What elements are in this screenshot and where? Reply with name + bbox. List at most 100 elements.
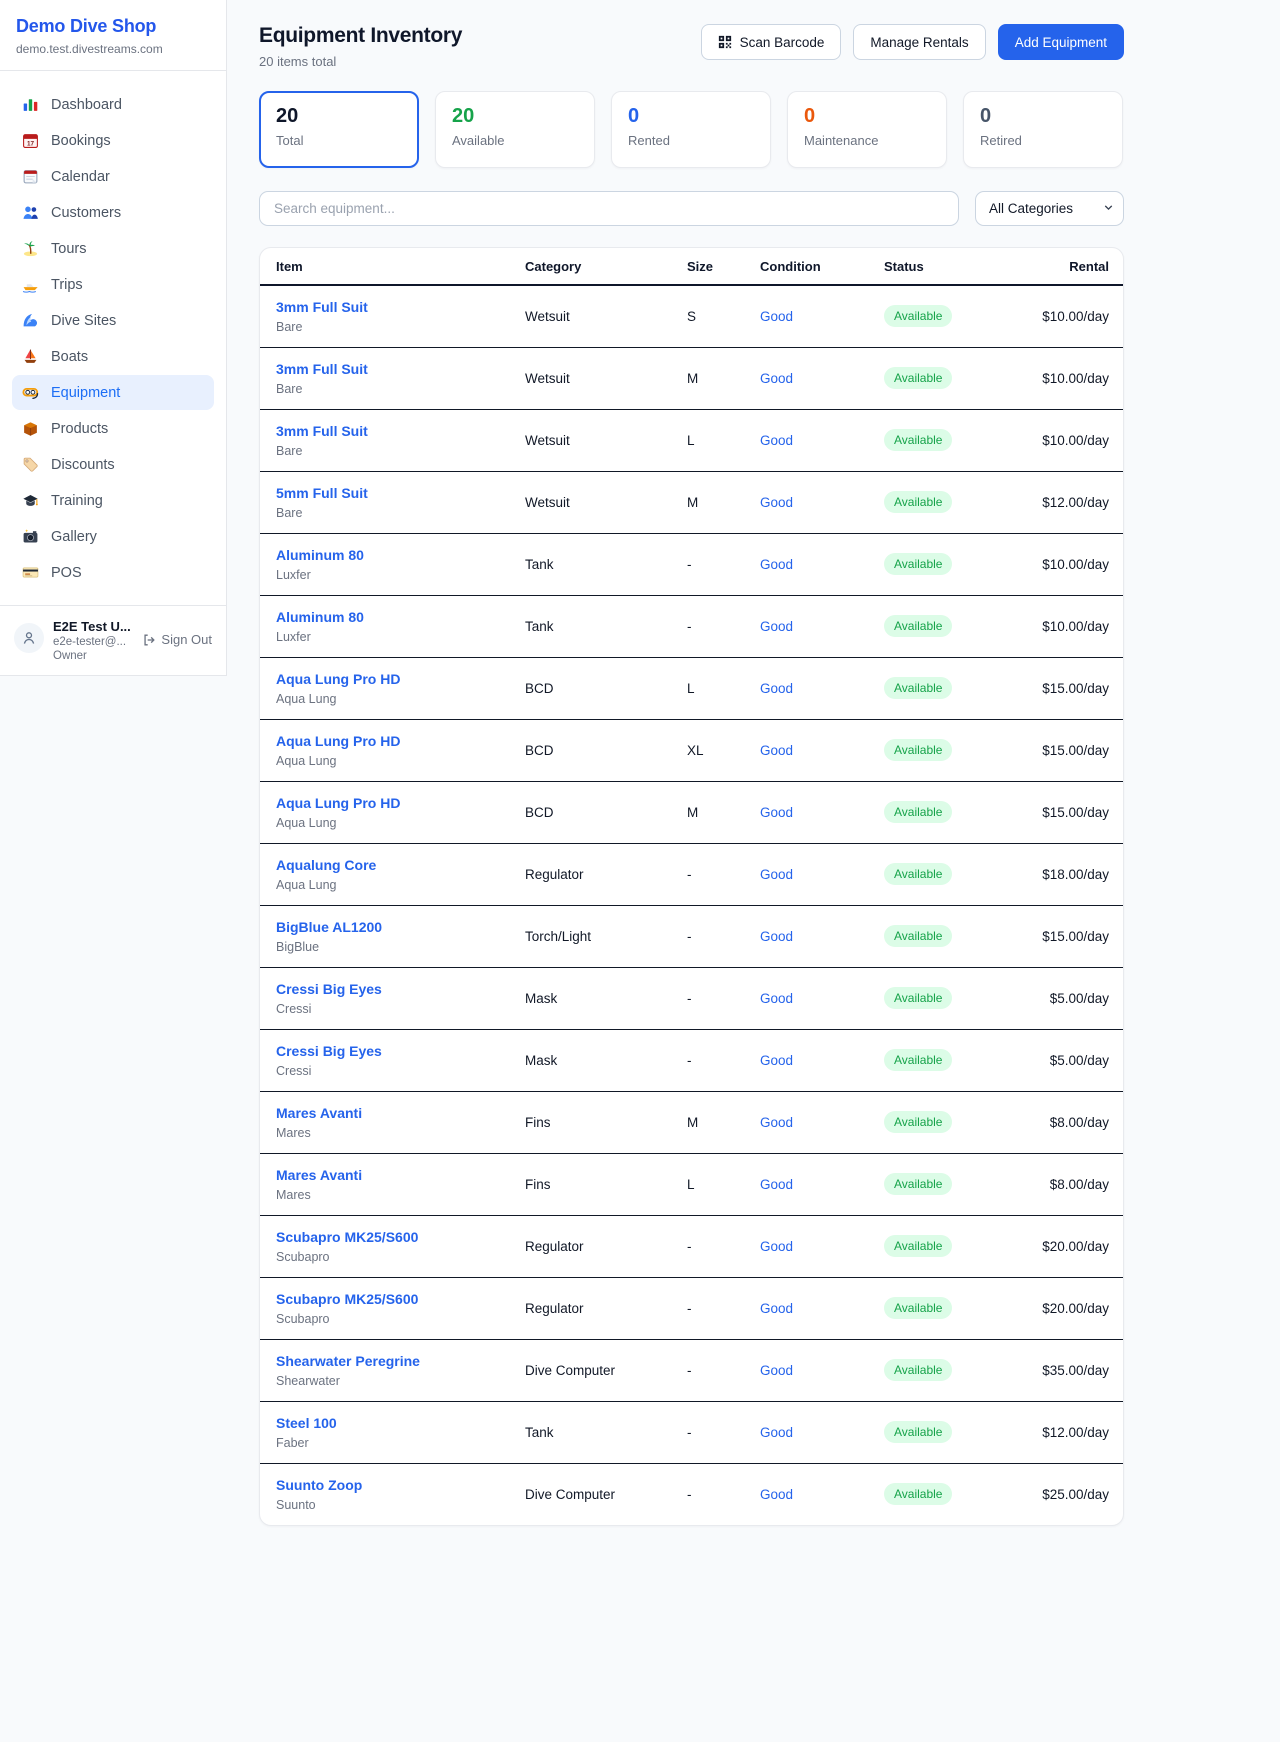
item-name-link[interactable]: Aqua Lung Pro HD: [276, 671, 493, 687]
add-equipment-button[interactable]: Add Equipment: [998, 24, 1124, 60]
item-name-link[interactable]: BigBlue AL1200: [276, 919, 493, 935]
sidebar-item-tours[interactable]: Tours: [12, 231, 214, 266]
stat-card-maintenance[interactable]: 0Maintenance: [787, 91, 947, 168]
scan-barcode-button[interactable]: Scan Barcode: [701, 24, 842, 60]
item-cell: BigBlue AL1200BigBlue: [260, 905, 509, 967]
status-badge: Available: [884, 1235, 952, 1257]
sidebar-item-bookings[interactable]: 17Bookings: [12, 123, 214, 158]
condition-link[interactable]: Good: [760, 1363, 793, 1378]
sidebar-item-trips[interactable]: Trips: [12, 267, 214, 302]
item-name-link[interactable]: Mares Avanti: [276, 1167, 493, 1183]
add-equipment-label: Add Equipment: [1015, 35, 1107, 50]
column-header-condition: Condition: [744, 248, 868, 285]
item-name-link[interactable]: Steel 100: [276, 1415, 493, 1431]
category-cell: Fins: [509, 1091, 671, 1153]
item-name-link[interactable]: Aluminum 80: [276, 609, 493, 625]
condition-link[interactable]: Good: [760, 743, 793, 758]
condition-link[interactable]: Good: [760, 619, 793, 634]
condition-cell: Good: [744, 409, 868, 471]
sidebar-item-customers[interactable]: Customers: [12, 195, 214, 230]
sign-out-button[interactable]: Sign Out: [142, 632, 212, 647]
item-name-link[interactable]: Aluminum 80: [276, 547, 493, 563]
condition-link[interactable]: Good: [760, 1239, 793, 1254]
condition-link[interactable]: Good: [760, 1301, 793, 1316]
item-name-link[interactable]: 3mm Full Suit: [276, 361, 493, 377]
sidebar-item-dive-sites[interactable]: Dive Sites: [12, 303, 214, 338]
category-cell: Tank: [509, 595, 671, 657]
item-name-link[interactable]: Mares Avanti: [276, 1105, 493, 1121]
sidebar-item-calendar[interactable]: Calendar: [12, 159, 214, 194]
status-cell: Available: [868, 1339, 1008, 1401]
stat-label-retired: Retired: [980, 133, 1106, 148]
item-name-link[interactable]: 5mm Full Suit: [276, 485, 493, 501]
item-name-link[interactable]: Aqualung Core: [276, 857, 493, 873]
condition-link[interactable]: Good: [760, 309, 793, 324]
sidebar-nav: Dashboard17BookingsCalendarCustomersTour…: [0, 71, 226, 605]
condition-link[interactable]: Good: [760, 1425, 793, 1440]
item-name-link[interactable]: Aqua Lung Pro HD: [276, 733, 493, 749]
item-name-link[interactable]: Aqua Lung Pro HD: [276, 795, 493, 811]
condition-link[interactable]: Good: [760, 681, 793, 696]
category-select[interactable]: All Categories: [975, 191, 1124, 226]
sidebar-item-pos[interactable]: POS: [12, 555, 214, 590]
manage-rentals-button[interactable]: Manage Rentals: [853, 24, 985, 60]
condition-link[interactable]: Good: [760, 433, 793, 448]
item-name-link[interactable]: Suunto Zoop: [276, 1477, 493, 1493]
item-cell: Suunto Zoop Suunto: [260, 1463, 509, 1525]
condition-link[interactable]: Good: [760, 1177, 793, 1192]
condition-link[interactable]: Good: [760, 929, 793, 944]
sidebar-item-products[interactable]: Products: [12, 411, 214, 446]
stat-card-total[interactable]: 20Total: [259, 91, 419, 168]
category-cell: Wetsuit: [509, 347, 671, 409]
category-cell: Regulator: [509, 1215, 671, 1277]
page-title: Equipment Inventory: [259, 24, 462, 48]
item-cell: Mares AvantiMares: [260, 1153, 509, 1215]
item-name-link[interactable]: Cressi Big Eyes: [276, 981, 493, 997]
filter-row: All Categories: [259, 191, 1124, 226]
sidebar-item-discounts[interactable]: Discounts: [12, 447, 214, 482]
column-header-rental: Rental: [1008, 248, 1124, 285]
sidebar-item-gallery[interactable]: Gallery: [12, 519, 214, 554]
item-brand: Scubapro: [276, 1250, 493, 1264]
sidebar-item-training[interactable]: Training: [12, 483, 214, 518]
condition-link[interactable]: Good: [760, 371, 793, 386]
header-actions: Scan Barcode Manage Rentals Add Equipmen…: [701, 24, 1124, 60]
item-brand: Suunto: [276, 1498, 493, 1512]
item-name-link[interactable]: Shearwater Peregrine: [276, 1353, 493, 1369]
category-cell: Dive Computer: [509, 1463, 671, 1525]
search-input[interactable]: [259, 191, 959, 226]
sidebar-item-dashboard[interactable]: Dashboard: [12, 87, 214, 122]
equipment-table-card: ItemCategorySizeConditionStatusRental 3m…: [259, 247, 1124, 1526]
condition-link[interactable]: Good: [760, 991, 793, 1006]
table-row: Aqualung CoreAqua LungRegulator-GoodAvai…: [260, 843, 1124, 905]
sidebar-item-equipment[interactable]: Equipment: [12, 375, 214, 410]
item-name-link[interactable]: Scubapro MK25/S600: [276, 1229, 493, 1245]
item-name-link[interactable]: 3mm Full Suit: [276, 423, 493, 439]
condition-cell: Good: [744, 843, 868, 905]
condition-link[interactable]: Good: [760, 495, 793, 510]
sidebar-item-label: Trips: [51, 277, 83, 293]
condition-link[interactable]: Good: [760, 1115, 793, 1130]
column-header-status: Status: [868, 248, 1008, 285]
stat-card-available[interactable]: 20Available: [435, 91, 595, 168]
condition-link[interactable]: Good: [760, 1487, 793, 1502]
item-cell: Steel 100Faber: [260, 1401, 509, 1463]
item-name-link[interactable]: Cressi Big Eyes: [276, 1043, 493, 1059]
category-cell: Regulator: [509, 843, 671, 905]
condition-cell: Good: [744, 1153, 868, 1215]
stats-row: 20Total20Available0Rented0Maintenance0Re…: [259, 91, 1124, 168]
sidebar-item-boats[interactable]: Boats: [12, 339, 214, 374]
item-name-link[interactable]: 3mm Full Suit: [276, 299, 493, 315]
condition-link[interactable]: Good: [760, 805, 793, 820]
stat-card-rented[interactable]: 0Rented: [611, 91, 771, 168]
status-cell: Available: [868, 1277, 1008, 1339]
condition-link[interactable]: Good: [760, 557, 793, 572]
item-name-link[interactable]: Scubapro MK25/S600: [276, 1291, 493, 1307]
column-header-item: Item: [260, 248, 509, 285]
stat-card-retired[interactable]: 0Retired: [963, 91, 1123, 168]
size-cell: XL: [671, 719, 744, 781]
status-badge: Available: [884, 801, 952, 823]
condition-link[interactable]: Good: [760, 867, 793, 882]
size-cell: L: [671, 657, 744, 719]
condition-link[interactable]: Good: [760, 1053, 793, 1068]
